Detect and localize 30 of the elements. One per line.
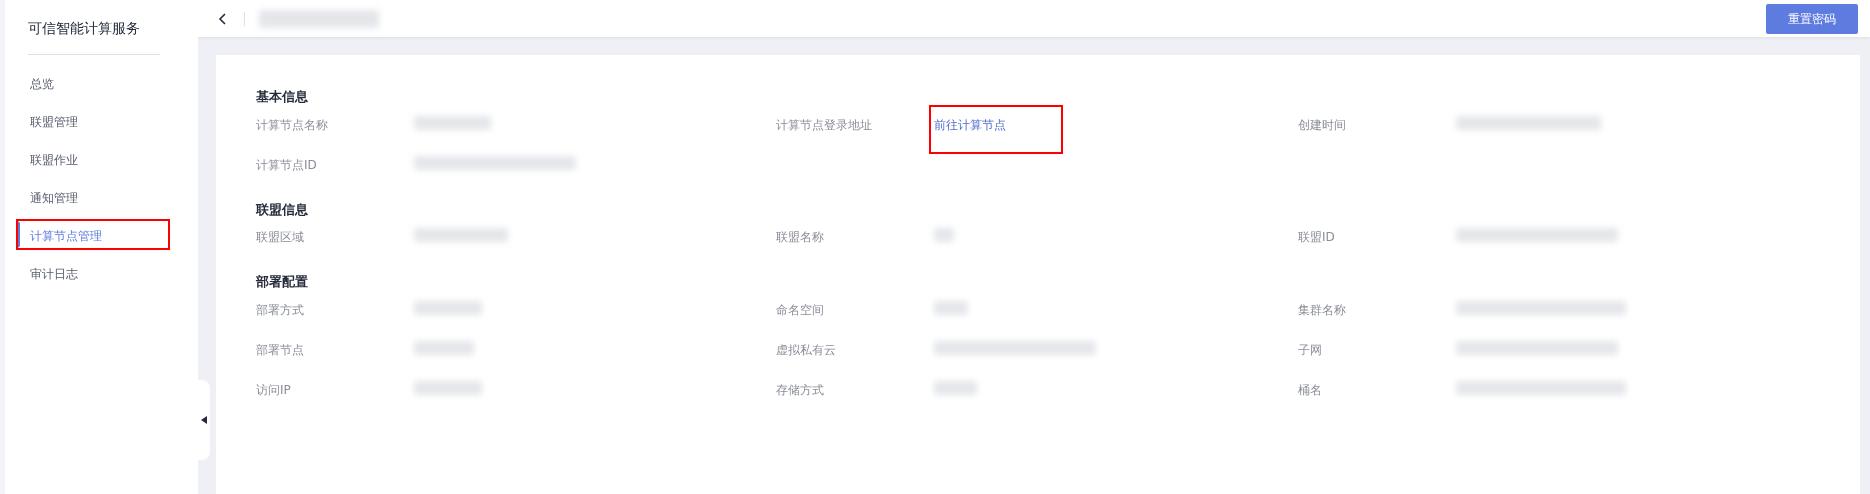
field-label: 部署方式 [256, 301, 305, 319]
collapse-tab[interactable] [198, 380, 210, 460]
sidebar-item[interactable]: 总览 [18, 69, 168, 96]
section-title: 部署配置 [256, 273, 309, 291]
sidebar-item[interactable]: 审计日志 [18, 259, 168, 286]
field-label: 计算节点ID [256, 156, 318, 174]
sidebar-item[interactable]: 计算节点管理 [18, 221, 168, 248]
field-label: 桶名 [1298, 381, 1323, 399]
field-label: 访问IP [256, 381, 292, 399]
field-label: 部署节点 [256, 341, 305, 359]
sidebar-item[interactable]: 联盟作业 [18, 145, 168, 172]
section-title: 联盟信息 [256, 200, 309, 219]
field-label: 存储方式 [776, 381, 825, 399]
field-label: 命名空间 [776, 301, 825, 319]
field-label: 集群名称 [1298, 301, 1347, 319]
field-label: 联盟ID [1298, 229, 1336, 246]
field-label: 创建时间 [1298, 116, 1347, 134]
node-link[interactable]: 前往计算节点 [934, 117, 1006, 132]
field-label: 虚拟私有云 [776, 341, 837, 359]
field-label: 联盟名称 [776, 229, 825, 246]
section-title: 基本信息 [256, 88, 309, 106]
field-label: 联盟区域 [256, 229, 305, 246]
reset-password-button[interactable]: 重置密码 [1766, 3, 1858, 34]
sidebar-title: 可信智能计算服务 [28, 19, 141, 38]
field-label: 计算节点登录地址 [776, 116, 873, 134]
collapse-icon [201, 416, 207, 424]
sidebar-item[interactable]: 联盟管理 [18, 107, 168, 134]
field-label: 子网 [1298, 341, 1323, 359]
sidebar-item[interactable]: 通知管理 [18, 183, 168, 210]
field-label: 计算节点名称 [256, 116, 329, 134]
